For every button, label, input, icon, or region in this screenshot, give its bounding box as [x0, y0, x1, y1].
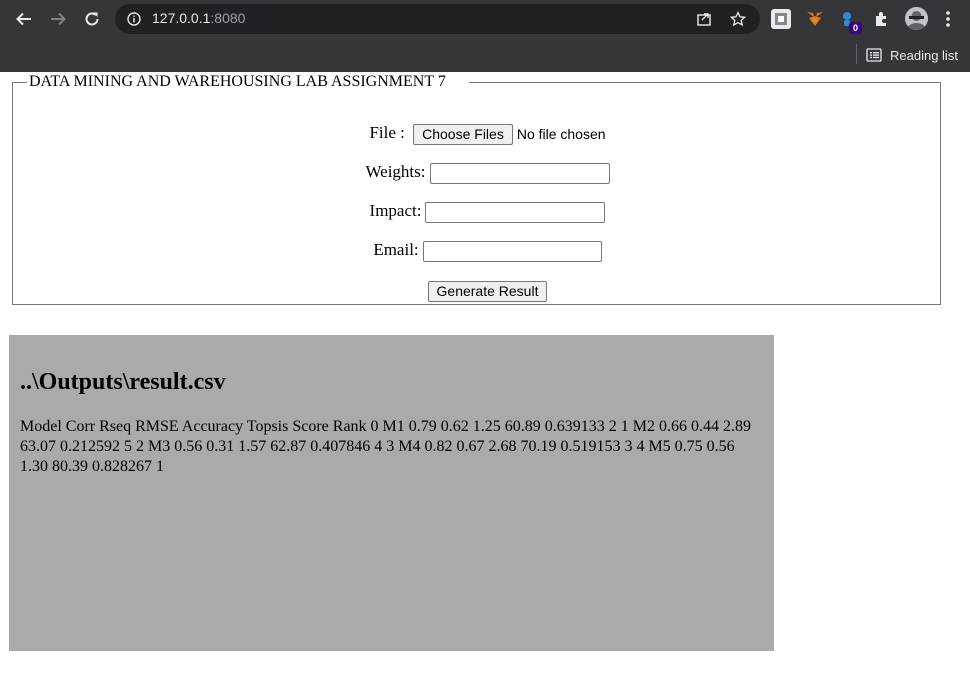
extension-image-icon[interactable]	[771, 9, 791, 29]
submit-row: Generate Result	[13, 280, 962, 302]
impact-row: Impact:	[13, 201, 962, 223]
fieldset-border	[469, 82, 940, 83]
file-label: File :	[369, 123, 405, 142]
reload-button[interactable]	[80, 7, 104, 31]
avatar-icon	[905, 7, 928, 30]
weights-row: Weights:	[13, 162, 962, 184]
reading-list-icon	[866, 48, 882, 62]
arrow-right-icon	[51, 12, 66, 26]
weights-input[interactable]	[429, 162, 610, 184]
extensions-puzzle-icon[interactable]	[872, 9, 892, 29]
address-bar[interactable]: 127.0.0.1:8080	[115, 4, 760, 34]
bookmarks-separator	[856, 44, 857, 64]
file-row: File : Choose Files No file chosen	[13, 123, 962, 145]
result-content: Model Corr Rseq RMSE Accuracy Topsis Sco…	[20, 418, 751, 475]
impact-label: Impact:	[369, 201, 422, 220]
impact-input[interactable]	[425, 201, 606, 223]
email-label: Email:	[373, 240, 419, 259]
reading-list-label: Reading list	[890, 47, 958, 63]
choose-files-button[interactable]: Choose Files	[413, 123, 513, 145]
reading-list-button[interactable]: Reading list	[866, 43, 958, 67]
forward-button[interactable]	[46, 7, 70, 31]
form-fieldset: DATA MINING AND WAREHOUSING LAB ASSIGNME…	[12, 73, 941, 305]
no-file-text: No file chosen	[516, 126, 606, 143]
url-text[interactable]: 127.0.0.1:8080	[152, 10, 245, 26]
email-row: Email:	[13, 240, 962, 262]
result-title: ..\Outputs\result.csv	[20, 369, 226, 395]
url-host: 127.0.0.1	[152, 10, 211, 26]
fox-icon	[807, 12, 823, 26]
puzzle-icon	[876, 12, 886, 26]
generate-result-button[interactable]: Generate Result	[427, 280, 548, 302]
browser-menu-icon[interactable]	[940, 9, 956, 29]
extension-badge: 0	[849, 22, 862, 34]
bookmark-star-icon[interactable]	[730, 11, 746, 27]
image-icon	[775, 13, 787, 25]
metamask-fox-icon[interactable]	[805, 9, 825, 29]
result-panel: ..\Outputs\result.csv Model Corr Rseq RM…	[9, 335, 774, 651]
reload-icon	[85, 12, 99, 26]
browser-chrome: 127.0.0.1:8080 0 Reading list	[0, 0, 970, 72]
weights-label: Weights:	[365, 162, 426, 181]
site-info-icon[interactable]	[127, 12, 141, 26]
page-content: DATA MINING AND WAREHOUSING LAB ASSIGNME…	[0, 72, 970, 684]
back-button[interactable]	[12, 7, 36, 31]
arrow-left-icon	[16, 12, 31, 26]
email-input[interactable]	[422, 240, 602, 262]
share-icon[interactable]	[696, 11, 712, 27]
url-port: :8080	[210, 10, 246, 26]
browser-toolbar: 127.0.0.1:8080 0	[0, 0, 970, 38]
form-legend: DATA MINING AND WAREHOUSING LAB ASSIGNME…	[29, 73, 446, 90]
bookmarks-bar: Reading list	[0, 38, 970, 72]
fieldset-border	[13, 82, 27, 83]
profile-avatar[interactable]	[905, 7, 928, 30]
